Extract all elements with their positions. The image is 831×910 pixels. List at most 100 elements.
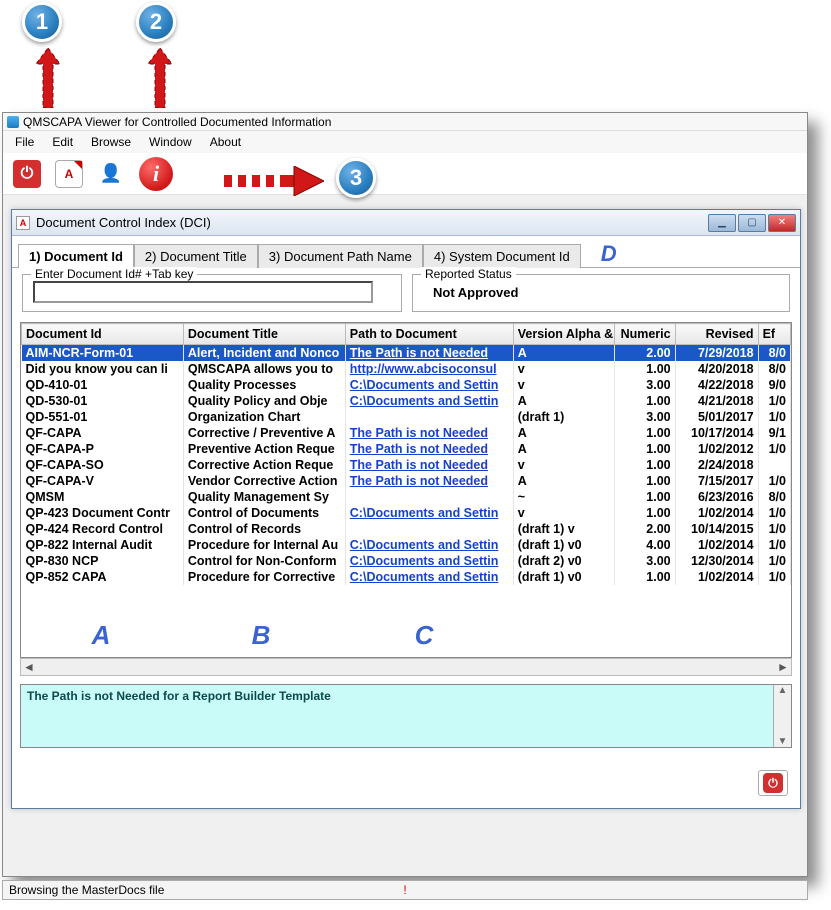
power-button[interactable]: ⏻ <box>13 160 41 188</box>
close-button[interactable]: ✕ <box>768 214 796 232</box>
doc-version: (draft 2) v0 <box>513 553 614 569</box>
horizontal-scrollbar[interactable]: ◄ ► <box>20 658 792 676</box>
doc-version: ~ <box>513 489 614 505</box>
table-row[interactable]: QP-830 NCPControl for Non-ConformC:\Docu… <box>22 553 791 569</box>
table-row[interactable]: AIM-NCR-Form-01Alert, Incident and Nonco… <box>22 345 791 362</box>
menu-file[interactable]: File <box>7 133 42 151</box>
doc-path: The Path is not Needed <box>345 473 513 489</box>
doc-path: C:\Documents and Settin <box>345 569 513 585</box>
table-row[interactable]: QP-423 Document ContrControl of Document… <box>22 505 791 521</box>
scroll-up-icon[interactable]: ▲ <box>778 685 788 696</box>
scroll-right-icon[interactable]: ► <box>775 660 791 674</box>
col-document-id[interactable]: Document Id <box>22 324 184 345</box>
col-numeric[interactable]: Numeric <box>614 324 675 345</box>
doc-path: http://www.abcisoconsul <box>345 361 513 377</box>
table-row[interactable]: QP-822 Internal AuditProcedure for Inter… <box>22 537 791 553</box>
document-id-input[interactable] <box>33 281 373 303</box>
doc-revised: 5/01/2017 <box>675 409 758 425</box>
doc-numeric: 2.00 <box>614 345 675 362</box>
doc-title: Vendor Corrective Action <box>183 473 345 489</box>
doc-version: v <box>513 361 614 377</box>
tab-document-title[interactable]: 2) Document Title <box>134 244 258 268</box>
table-row[interactable]: QF-CAPACorrective / Preventive AThe Path… <box>22 425 791 441</box>
doc-title: Procedure for Corrective <box>183 569 345 585</box>
col-path[interactable]: Path to Document <box>345 324 513 345</box>
table-row[interactable]: Did you know you can liQMSCAPA allows yo… <box>22 361 791 377</box>
doc-path <box>345 409 513 425</box>
doc-path: The Path is not Needed <box>345 425 513 441</box>
doc-id: QD-530-01 <box>22 393 184 409</box>
doc-numeric: 3.00 <box>614 377 675 393</box>
app-icon <box>7 116 19 128</box>
menu-about[interactable]: About <box>202 133 249 151</box>
doc-version: A <box>513 345 614 362</box>
doc-path: C:\Documents and Settin <box>345 505 513 521</box>
child-window: A Document Control Index (DCI) ▁ ▢ ✕ 1) … <box>11 209 801 809</box>
doc-path: C:\Documents and Settin <box>345 393 513 409</box>
user-icon[interactable]: 👤 <box>97 160 125 188</box>
child-title: Document Control Index (DCI) <box>36 215 702 230</box>
doc-path: C:\Documents and Settin <box>345 377 513 393</box>
table-row[interactable]: QF-CAPA-SOCorrective Action RequeThe Pat… <box>22 457 791 473</box>
doc-numeric: 2.00 <box>614 521 675 537</box>
doc-id: QP-830 NCP <box>22 553 184 569</box>
menu-browse[interactable]: Browse <box>83 133 139 151</box>
menu-edit[interactable]: Edit <box>44 133 81 151</box>
col-document-title[interactable]: Document Title <box>183 324 345 345</box>
doc-id: QF-CAPA-P <box>22 441 184 457</box>
doc-title: Procedure for Internal Au <box>183 537 345 553</box>
doc-title: Quality Processes <box>183 377 345 393</box>
doc-id: QF-CAPA-V <box>22 473 184 489</box>
doc-revised: 4/22/2018 <box>675 377 758 393</box>
doc-revised: 1/02/2012 <box>675 441 758 457</box>
pdf-icon[interactable]: A <box>55 160 83 188</box>
table-row[interactable]: QD-530-01Quality Policy and ObjeC:\Docum… <box>22 393 791 409</box>
doc-title: Quality Management Sy <box>183 489 345 505</box>
doc-numeric: 1.00 <box>614 473 675 489</box>
doc-numeric: 1.00 <box>614 569 675 585</box>
table-row[interactable]: QF-CAPA-VVendor Corrective ActionThe Pat… <box>22 473 791 489</box>
table-row[interactable]: QP-424 Record ControlControl of Records(… <box>22 521 791 537</box>
arrow-right-3-icon <box>224 166 324 196</box>
letter-d-annotation: D <box>601 241 617 267</box>
scroll-down-icon[interactable]: ▼ <box>778 736 788 747</box>
doc-numeric: 1.00 <box>614 505 675 521</box>
tab-document-path[interactable]: 3) Document Path Name <box>258 244 423 268</box>
doc-numeric: 1.00 <box>614 425 675 441</box>
status-text: Browsing the MasterDocs file <box>9 883 164 897</box>
doc-version: v <box>513 457 614 473</box>
info-icon[interactable]: i <box>139 157 173 191</box>
col-version[interactable]: Version Alpha & <box>513 324 614 345</box>
doc-eff <box>758 457 790 473</box>
doc-path: C:\Documents and Settin <box>345 553 513 569</box>
reported-status-label: Reported Status <box>421 267 516 281</box>
col-revised[interactable]: Revised <box>675 324 758 345</box>
table-row[interactable]: QD-410-01Quality ProcessesC:\Documents a… <box>22 377 791 393</box>
enter-document-id-group: Enter Document Id# +Tab key <box>22 274 402 312</box>
table-row[interactable]: QF-CAPA-PPreventive Action RequeThe Path… <box>22 441 791 457</box>
arrow-up-2-icon <box>148 48 172 108</box>
maximize-button[interactable]: ▢ <box>738 214 766 232</box>
doc-numeric: 1.00 <box>614 489 675 505</box>
table-row[interactable]: QD-551-01Organization Chart(draft 1)3.00… <box>22 409 791 425</box>
document-grid[interactable]: Document Id Document Title Path to Docum… <box>20 322 792 658</box>
tab-system-document-id[interactable]: 4) System Document Id <box>423 244 581 268</box>
scroll-left-icon[interactable]: ◄ <box>21 660 37 674</box>
detail-vertical-scrollbar[interactable]: ▲ ▼ <box>773 685 791 747</box>
menu-window[interactable]: Window <box>141 133 200 151</box>
arrow-up-1-icon <box>36 48 60 108</box>
table-row[interactable]: QP-852 CAPAProcedure for CorrectiveC:\Do… <box>22 569 791 585</box>
doc-revised: 2/24/2018 <box>675 457 758 473</box>
minimize-button[interactable]: ▁ <box>708 214 736 232</box>
doc-id: QD-551-01 <box>22 409 184 425</box>
doc-revised: 10/17/2014 <box>675 425 758 441</box>
tab-document-id[interactable]: 1) Document Id <box>18 244 134 268</box>
doc-eff: 1/0 <box>758 505 790 521</box>
close-panel-button[interactable]: ⏻ <box>758 770 788 796</box>
detail-text-area[interactable]: The Path is not Needed for a Report Buil… <box>20 684 792 748</box>
doc-eff: 1/0 <box>758 537 790 553</box>
col-effective[interactable]: Ef <box>758 324 790 345</box>
table-row[interactable]: QMSMQuality Management Sy~1.006/23/20168… <box>22 489 791 505</box>
doc-numeric: 4.00 <box>614 537 675 553</box>
doc-version: A <box>513 393 614 409</box>
